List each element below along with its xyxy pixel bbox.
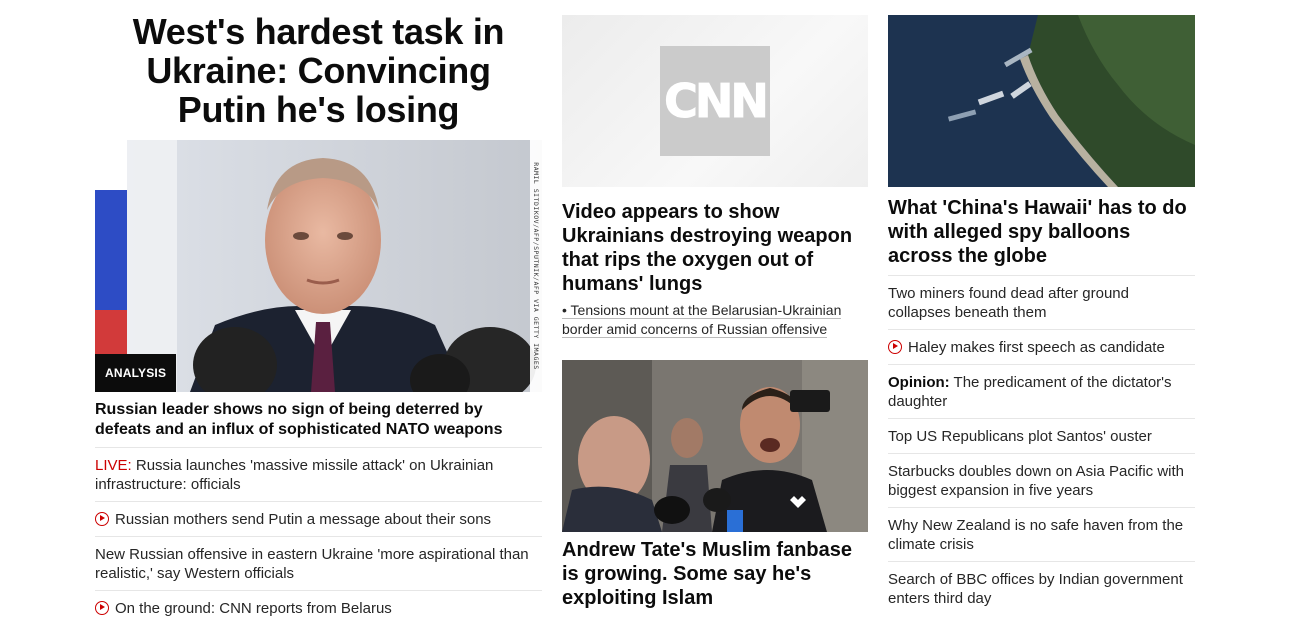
tate-photo[interactable] bbox=[562, 360, 868, 532]
lead-subheadline[interactable]: Russian leader shows no sign of being de… bbox=[95, 400, 542, 448]
list-item-santos[interactable]: Top US Republicans plot Santos' ouster bbox=[888, 419, 1195, 454]
cnn-placeholder-image[interactable]: CNN bbox=[562, 15, 868, 187]
tate-photo-art bbox=[562, 360, 868, 532]
list-item-bbc[interactable]: Search of BBC offices by Indian governme… bbox=[888, 562, 1195, 615]
list-item-opinion[interactable]: Opinion: The predicament of the dictator… bbox=[888, 365, 1195, 419]
middle-column: CNN Video appears to show Ukrainians des… bbox=[562, 15, 868, 609]
list-item-starbucks[interactable]: Starbucks doubles down on Asia Pacific w… bbox=[888, 454, 1195, 508]
list-item-new-zealand[interactable]: Why New Zealand is no safe haven from th… bbox=[888, 508, 1195, 562]
lead-story-column: West's hardest task in Ukraine: Convinci… bbox=[95, 12, 542, 625]
belarus-border-link[interactable]: • Tensions mount at the Belarusian-Ukrai… bbox=[562, 301, 868, 339]
photo-credit: RAMIL SITDIKOV/AFP/SPUTNIK/AFP VIA GETTY… bbox=[530, 140, 542, 392]
lead-headline[interactable]: West's hardest task in Ukraine: Convinci… bbox=[95, 12, 542, 129]
right-column: What 'China's Hawaii' has to do with all… bbox=[888, 15, 1195, 615]
analysis-badge: ANALYSIS bbox=[95, 354, 177, 392]
weapon-video-headline[interactable]: Video appears to show Ukrainians destroy… bbox=[562, 200, 868, 296]
play-icon bbox=[95, 601, 109, 615]
list-item-live-missile[interactable]: LIVE: Russia launches 'massive missile a… bbox=[95, 448, 542, 502]
play-icon bbox=[888, 340, 902, 354]
list-item-russian-offensive[interactable]: New Russian offensive in eastern Ukraine… bbox=[95, 537, 542, 591]
satellite-photo[interactable] bbox=[888, 15, 1195, 187]
putin-photo[interactable]: RAMIL SITDIKOV/AFP/SPUTNIK/AFP VIA GETTY… bbox=[95, 140, 542, 392]
satellite-photo-art bbox=[888, 15, 1195, 187]
opinion-label: Opinion: bbox=[888, 374, 950, 391]
list-item-haley[interactable]: Haley makes first speech as candidate bbox=[888, 330, 1195, 365]
tate-headline[interactable]: Andrew Tate's Muslim fanbase is growing.… bbox=[562, 538, 868, 610]
china-hawaii-headline[interactable]: What 'China's Hawaii' has to do with all… bbox=[888, 196, 1195, 276]
play-icon bbox=[95, 512, 109, 526]
list-item-miners[interactable]: Two miners found dead after ground colla… bbox=[888, 276, 1195, 330]
cnn-logo: CNN bbox=[660, 46, 770, 156]
list-item-belarus[interactable]: On the ground: CNN reports from Belarus bbox=[95, 591, 542, 625]
list-item-russian-mothers[interactable]: Russian mothers send Putin a message abo… bbox=[95, 502, 542, 537]
live-label: LIVE: bbox=[95, 457, 132, 474]
